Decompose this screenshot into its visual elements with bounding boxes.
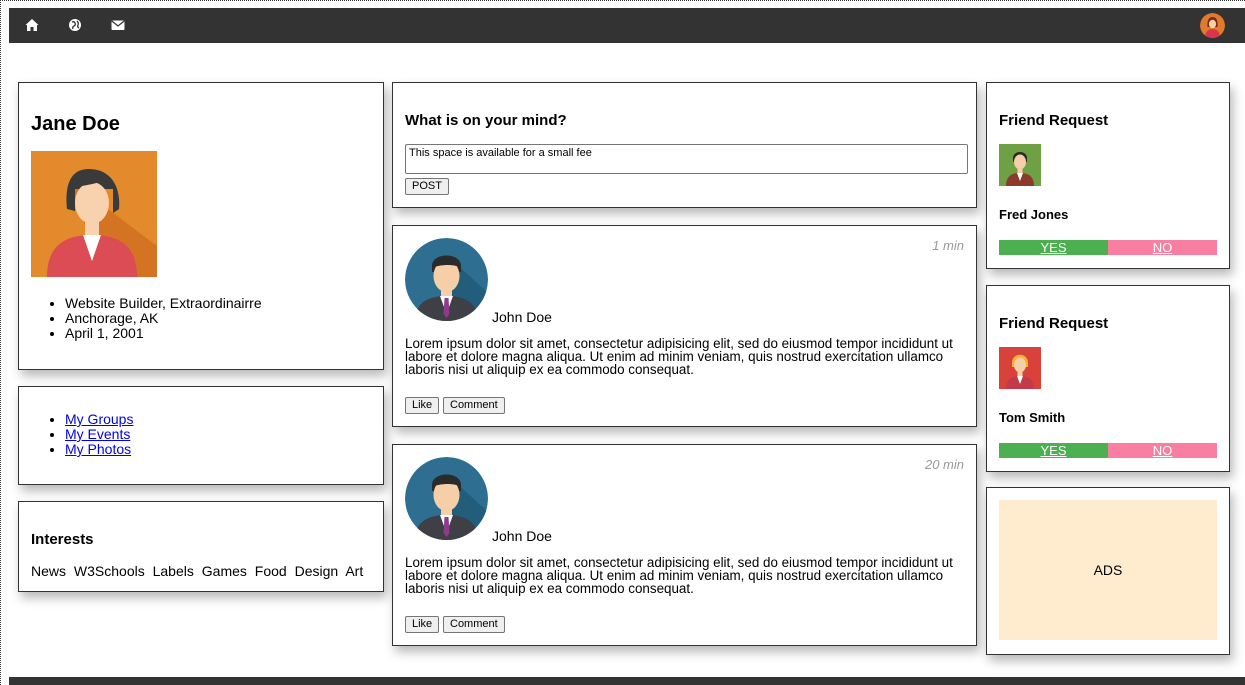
post-card: 1 min John Doe Lorem ipsum dolor sit ame… bbox=[392, 225, 977, 427]
links-card: My Groups My Events My Photos bbox=[18, 386, 384, 485]
profile-info-occupation: Website Builder, Extraordinairre bbox=[65, 296, 262, 311]
friend-request-name: Tom Smith bbox=[999, 410, 1066, 425]
profile-info-birthday: April 1, 2001 bbox=[65, 326, 262, 341]
friend-request-actions: YES NO bbox=[999, 240, 1217, 255]
post-timestamp: 20 min bbox=[924, 457, 964, 472]
friend-request-card: Friend Request Fred Jones YES NO bbox=[986, 82, 1230, 269]
interests-tags: News W3Schools Labels Games Food Design … bbox=[31, 563, 367, 579]
friend-avatar bbox=[999, 144, 1041, 186]
link-item: My Events bbox=[65, 427, 133, 442]
post-author-name: John Doe bbox=[492, 309, 552, 325]
like-button[interactable]: Like bbox=[405, 616, 440, 633]
interest-tag[interactable]: W3Schools bbox=[74, 563, 145, 579]
interest-tag[interactable]: Design bbox=[295, 563, 339, 579]
my-photos-link[interactable]: My Photos bbox=[65, 441, 131, 457]
composer-card: What is on your mind? This space is avai… bbox=[392, 82, 977, 208]
profile-name: Jane Doe bbox=[31, 113, 120, 135]
friend-request-title: Friend Request bbox=[999, 315, 1109, 332]
profile-info-location: Anchorage, AK bbox=[65, 311, 262, 326]
home-icon[interactable] bbox=[24, 17, 40, 33]
link-item: My Photos bbox=[65, 442, 133, 457]
profile-links: My Groups My Events My Photos bbox=[31, 412, 133, 457]
profile-avatar bbox=[31, 151, 157, 277]
page-border-left bbox=[0, 0, 1, 685]
decline-button[interactable]: NO bbox=[1108, 240, 1217, 255]
interests-card: Interests News W3Schools Labels Games Fo… bbox=[18, 501, 384, 592]
friend-request-title: Friend Request bbox=[999, 112, 1109, 129]
comment-button[interactable]: Comment bbox=[443, 397, 505, 414]
status-input[interactable]: This space is available for a small fee bbox=[405, 144, 968, 174]
footer-bar bbox=[9, 677, 1245, 685]
composer-title: What is on your mind? bbox=[405, 112, 567, 129]
friend-request-actions: YES NO bbox=[999, 443, 1217, 458]
my-events-link[interactable]: My Events bbox=[65, 426, 130, 442]
interest-tag[interactable]: News bbox=[31, 563, 66, 579]
decline-button[interactable]: NO bbox=[1108, 443, 1217, 458]
page-border-top bbox=[0, 0, 1245, 1]
interest-tag[interactable]: Food bbox=[255, 563, 287, 579]
interest-tag[interactable]: Games bbox=[202, 563, 247, 579]
interest-tag[interactable]: Art bbox=[345, 563, 363, 579]
post-body: Lorem ipsum dolor sit amet, consectetur … bbox=[405, 336, 953, 377]
profile-info-list: Website Builder, Extraordinairre Anchora… bbox=[31, 296, 262, 341]
post-button[interactable]: POST bbox=[405, 178, 449, 195]
friend-request-name: Fred Jones bbox=[999, 207, 1069, 222]
profile-card: Jane Doe Website Builder, Extraordinairr… bbox=[18, 82, 384, 370]
like-button[interactable]: Like bbox=[405, 397, 440, 414]
envelope-icon[interactable] bbox=[110, 17, 126, 33]
post-card: 20 min John Doe Lorem ipsum dolor sit am… bbox=[392, 444, 977, 646]
post-author-avatar bbox=[405, 238, 488, 321]
post-timestamp: 1 min bbox=[932, 238, 964, 253]
accept-button[interactable]: YES bbox=[999, 240, 1108, 255]
globe-icon[interactable] bbox=[67, 17, 83, 33]
interest-tag[interactable]: Labels bbox=[153, 563, 194, 579]
post-body: Lorem ipsum dolor sit amet, consectetur … bbox=[405, 555, 953, 596]
link-item: My Groups bbox=[65, 412, 133, 427]
ads-card: ADS bbox=[986, 487, 1230, 655]
ads-placeholder[interactable]: ADS bbox=[999, 500, 1217, 640]
user-avatar[interactable] bbox=[1200, 13, 1225, 38]
top-navbar bbox=[9, 8, 1245, 43]
post-author-avatar bbox=[405, 457, 488, 540]
my-groups-link[interactable]: My Groups bbox=[65, 411, 133, 427]
post-author-name: John Doe bbox=[492, 528, 552, 544]
comment-button[interactable]: Comment bbox=[443, 616, 505, 633]
friend-avatar bbox=[999, 347, 1041, 389]
friend-request-card: Friend Request Tom Smith YES NO bbox=[986, 285, 1230, 472]
interests-title: Interests bbox=[31, 531, 94, 548]
accept-button[interactable]: YES bbox=[999, 443, 1108, 458]
